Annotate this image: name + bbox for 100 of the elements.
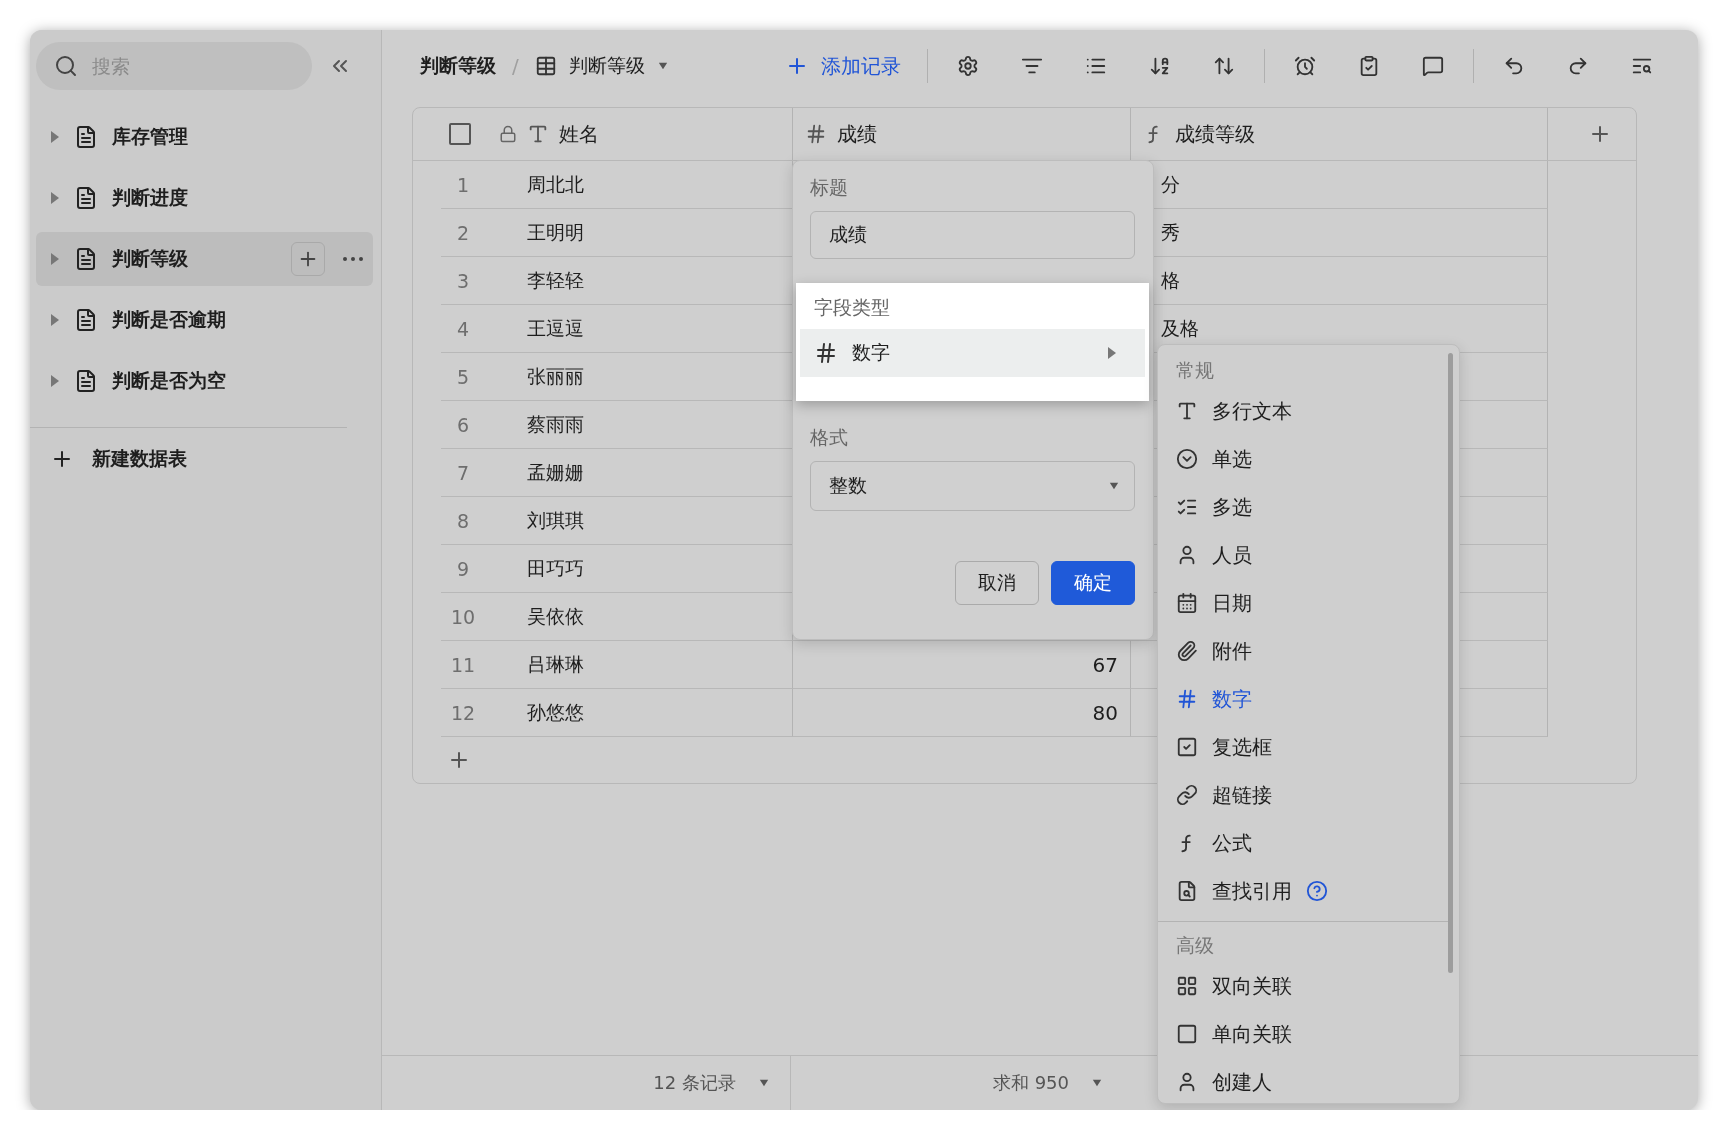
row-number: 12 (449, 701, 477, 724)
row-number: 1 (455, 173, 471, 196)
hash-icon (805, 123, 827, 145)
table-cell-text: 张丽丽 (527, 363, 584, 389)
text-field-icon (527, 123, 549, 145)
table-cell-text: 蔡雨雨 (527, 411, 584, 437)
hash-icon (814, 341, 838, 365)
field-type-item[interactable]: 数字 (800, 329, 1145, 377)
caret-icon (50, 131, 60, 143)
menu-item[interactable]: 查找引用 (1158, 867, 1428, 915)
sidebar-item[interactable]: 判断等级 (36, 232, 373, 286)
dropdown-circle-icon (1176, 448, 1198, 470)
add-record-button[interactable]: 添加记录 (774, 52, 911, 80)
settings-icon[interactable] (956, 55, 979, 77)
scrollbar[interactable] (1448, 353, 1453, 973)
menu-item[interactable]: 附件 (1158, 627, 1428, 675)
table-cell-text: 吕琳琳 (527, 651, 584, 677)
sidebar-item[interactable]: 判断进度 (36, 171, 373, 225)
square-link-icon (1176, 1023, 1198, 1045)
table-cell-text: 孟姗姗 (527, 459, 584, 485)
field-label: 字段类型 (813, 295, 891, 320)
cancel-button[interactable]: 取消 (955, 561, 1039, 605)
column-header[interactable]: 成绩等级 (1175, 120, 1255, 148)
text-field-icon (1176, 400, 1198, 422)
sidebar-item[interactable]: 库存管理 (36, 110, 373, 164)
sum-summary[interactable]: 求和 950 (986, 1070, 1109, 1096)
table-icon (74, 186, 98, 210)
menu-item[interactable]: 创建人 (1158, 1058, 1428, 1103)
table-cell-text: 及格 (1161, 315, 1199, 341)
table-icon (74, 247, 98, 271)
sidebar-item[interactable]: 判断是否为空 (36, 354, 373, 408)
confirm-button[interactable]: 确定 (1051, 561, 1135, 605)
calendar-icon (1176, 592, 1198, 614)
menu-section-title: 高级 (1175, 933, 1215, 958)
record-count[interactable]: 12 条记录 (647, 1070, 776, 1096)
menu-item[interactable]: 复选框 (1158, 723, 1428, 771)
menu-item[interactable]: 日期 (1158, 579, 1428, 627)
menu-item[interactable]: 单向关联 (1158, 1010, 1428, 1058)
table-cell-text: 周北北 (527, 171, 584, 197)
sort-icon[interactable] (1148, 55, 1171, 77)
menu-item[interactable]: 单选 (1158, 435, 1428, 483)
table-cell-text: 分 (1161, 171, 1180, 197)
help-icon[interactable] (1306, 880, 1328, 902)
row-height-icon[interactable] (1212, 55, 1235, 77)
row-number: 6 (455, 413, 471, 436)
table-icon (74, 125, 98, 149)
caret-icon (1107, 347, 1117, 359)
table-cell: 80 (1092, 700, 1118, 725)
row-number: 10 (449, 605, 477, 628)
comment-icon[interactable] (1421, 55, 1444, 77)
grid-link-icon (1176, 975, 1198, 997)
menu-item[interactable]: 多选 (1158, 483, 1428, 531)
dropdown-caret-icon (758, 1078, 770, 1088)
caret-icon (50, 314, 60, 326)
alarm-icon[interactable] (1293, 55, 1316, 77)
row-number: 3 (455, 269, 471, 292)
dropdown-caret-icon (1091, 1078, 1103, 1088)
sidebar-item[interactable]: 判断是否逾期 (36, 293, 373, 347)
add-button[interactable] (291, 242, 325, 276)
caret-icon (50, 375, 60, 387)
dropdown-caret-icon (1108, 481, 1120, 491)
table-cell-text: 孙悠悠 (527, 699, 584, 725)
column-header[interactable]: 成绩 (837, 120, 877, 148)
column-header[interactable]: 姓名 (559, 120, 599, 148)
caret-icon (50, 192, 60, 204)
hash-icon (1176, 688, 1198, 710)
menu-item[interactable]: 人员 (1158, 531, 1428, 579)
view-selector[interactable]: 判断等级 (534, 53, 669, 79)
menu-item[interactable]: 公式 (1158, 819, 1428, 867)
row-number: 8 (455, 509, 471, 532)
row-number: 2 (455, 221, 471, 244)
menu-item[interactable]: 双向关联 (1158, 962, 1428, 1010)
search-icon (54, 54, 78, 78)
menu-section-title: 常规 (1175, 358, 1215, 383)
table-icon (74, 308, 98, 332)
paperclip-icon (1176, 640, 1198, 662)
table-cell-text: 王明明 (527, 219, 584, 245)
row-number: 7 (455, 461, 471, 484)
row-number: 5 (455, 365, 471, 388)
title-input[interactable]: 成绩 (810, 211, 1135, 259)
new-table-button[interactable]: 新建数据表 (36, 440, 201, 478)
caret-icon (50, 253, 60, 265)
menu-item[interactable]: 多行文本 (1158, 387, 1428, 435)
checkbox[interactable] (449, 123, 471, 145)
table-cell-text: 田巧巧 (527, 555, 584, 581)
menu-item[interactable]: 超链接 (1158, 771, 1428, 819)
checkbox-icon (1176, 736, 1198, 758)
table-cell-text: 刘琪琪 (527, 507, 584, 533)
table-icon (534, 55, 557, 77)
menu-item[interactable]: 数字 (1158, 675, 1428, 723)
dropdown-caret-icon (656, 61, 669, 71)
breadcrumb[interactable]: 判断等级 (420, 53, 496, 79)
table-cell-text: 格 (1161, 267, 1180, 293)
breadcrumb-separator: / (512, 54, 519, 78)
format-select[interactable]: 整数 (810, 461, 1135, 511)
row-number: 11 (449, 653, 477, 676)
table-cell-text: 吴依依 (527, 603, 584, 629)
table-icon (74, 369, 98, 393)
field-label: 格式 (810, 425, 849, 450)
more-icon (343, 257, 363, 261)
